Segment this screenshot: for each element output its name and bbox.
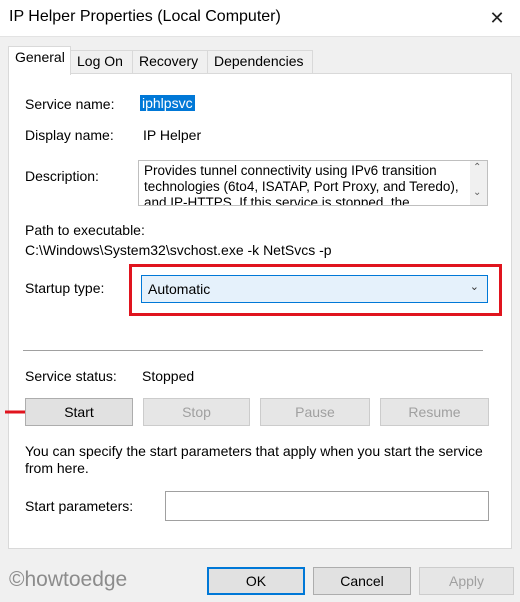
tab-recovery[interactable]: Recovery <box>132 50 208 74</box>
stop-button[interactable]: Stop <box>143 398 250 426</box>
path-label: Path to executable: <box>25 222 145 238</box>
cancel-button[interactable]: Cancel <box>313 567 411 595</box>
window-title: IP Helper Properties (Local Computer) <box>9 8 281 25</box>
ok-button[interactable]: OK <box>207 567 305 595</box>
start-button[interactable]: Start <box>25 398 133 426</box>
start-parameters-hint-2: from here. <box>25 460 89 476</box>
service-status-value: Stopped <box>142 368 195 384</box>
apply-button[interactable]: Apply <box>419 567 514 595</box>
close-button[interactable]: ✕ <box>474 0 520 37</box>
close-icon: ✕ <box>489 8 505 28</box>
start-parameters-label: Start parameters: <box>25 498 134 514</box>
tab-dependencies[interactable]: Dependencies <box>207 50 313 74</box>
start-parameters-hint: You can specify the start parameters tha… <box>25 443 483 459</box>
highlight-box <box>129 264 502 316</box>
description-field[interactable]: Provides tunnel connectivity using IPv6 … <box>138 160 488 206</box>
title-bar: IP Helper Properties (Local Computer) ✕ <box>0 0 520 37</box>
description-label: Description: <box>25 168 99 184</box>
tab-general[interactable]: General <box>8 46 71 75</box>
pause-button[interactable]: Pause <box>260 398 370 426</box>
description-scrollbar[interactable]: ⌃ ⌄ <box>470 161 487 205</box>
divider <box>23 350 483 352</box>
startup-type-label: Startup type: <box>25 280 105 296</box>
display-name-label: Display name: <box>25 127 114 143</box>
description-text: Provides tunnel connectivity using IPv6 … <box>144 163 459 206</box>
start-parameters-input[interactable] <box>165 491 489 521</box>
path-value: C:\Windows\System32\svchost.exe -k NetSv… <box>25 242 332 258</box>
service-name-label: Service name: <box>25 96 115 112</box>
chevron-down-icon[interactable]: ⌄ <box>473 187 481 198</box>
service-name-value[interactable]: iphlpsvc <box>140 95 195 111</box>
chevron-up-icon[interactable]: ⌃ <box>473 162 481 173</box>
tab-log-on[interactable]: Log On <box>70 50 133 74</box>
watermark: ©howtoedge <box>9 568 128 591</box>
resume-button[interactable]: Resume <box>380 398 489 426</box>
display-name-value: IP Helper <box>143 127 202 143</box>
service-status-label: Service status: <box>25 368 117 384</box>
